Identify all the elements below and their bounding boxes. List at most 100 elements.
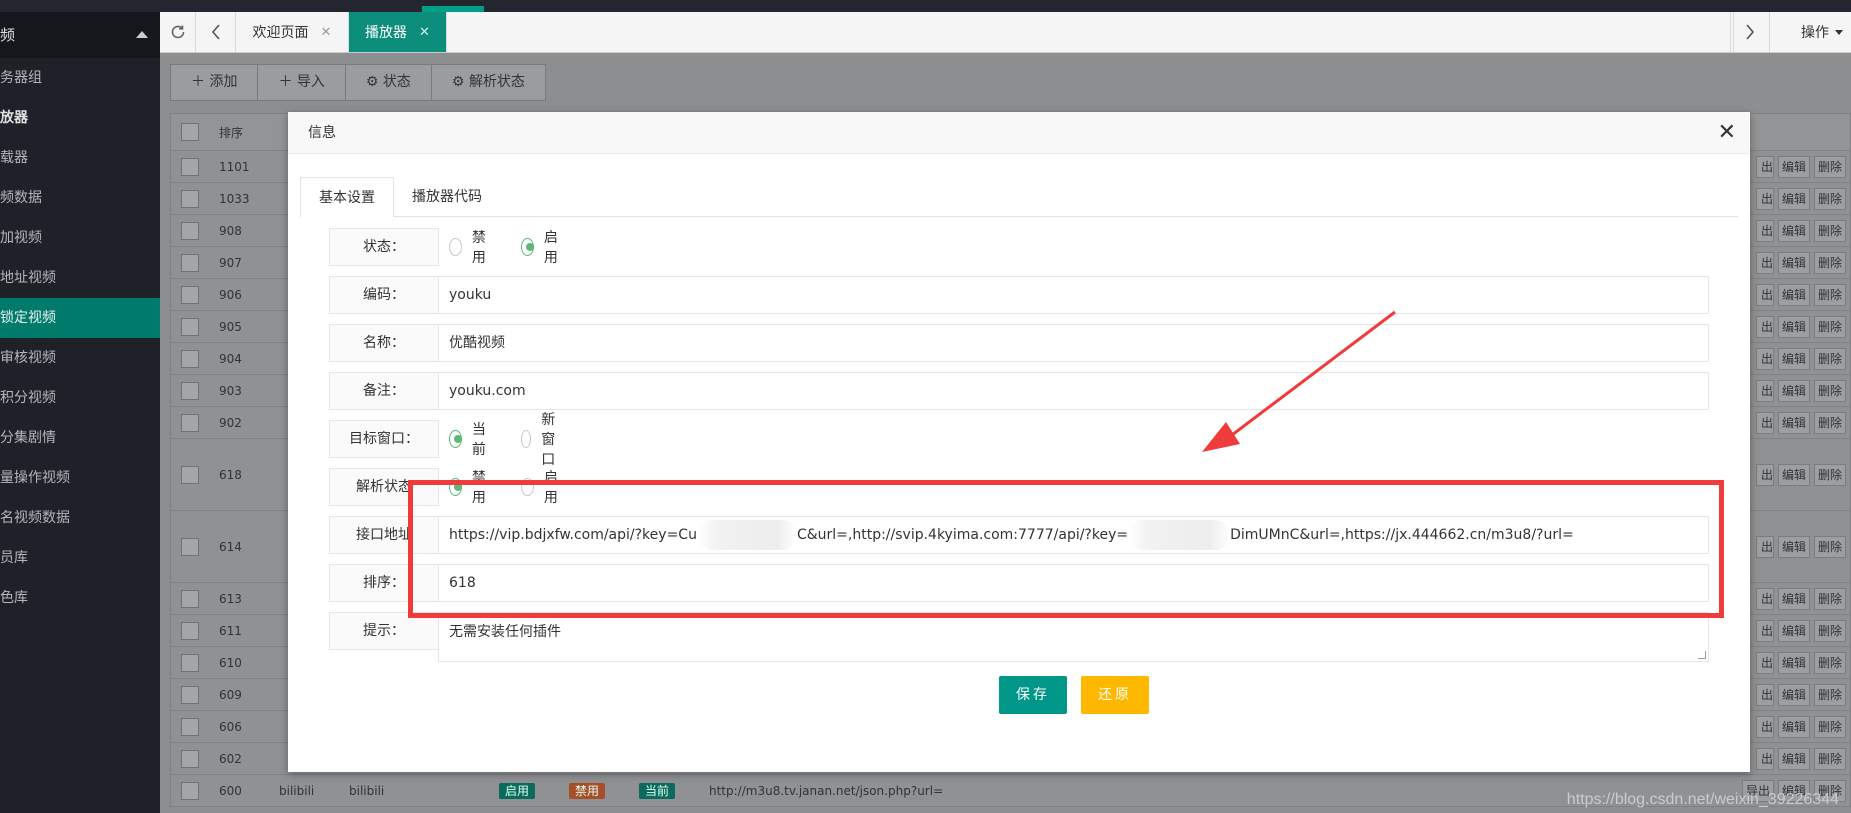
export-button[interactable]: 出 bbox=[1756, 683, 1774, 706]
row-checkbox[interactable] bbox=[181, 465, 199, 484]
edit-button[interactable]: 编辑 bbox=[1778, 155, 1810, 178]
export-button[interactable]: 出 bbox=[1756, 347, 1774, 370]
export-button[interactable]: 出 bbox=[1756, 587, 1774, 610]
sidebar-header[interactable]: 频 bbox=[0, 12, 160, 58]
export-button[interactable]: 出 bbox=[1756, 219, 1774, 242]
export-button[interactable]: 出 bbox=[1756, 411, 1774, 434]
tab-player[interactable]: 播放器 ✕ bbox=[349, 12, 447, 52]
reset-button[interactable]: 还原 bbox=[1081, 676, 1149, 714]
tip-textarea[interactable]: 无需安装任何插件 bbox=[438, 612, 1709, 662]
sidebar-item[interactable]: 务器组 bbox=[0, 58, 160, 98]
edit-button[interactable]: 编辑 bbox=[1778, 651, 1810, 674]
delete-button[interactable]: 删除 bbox=[1814, 315, 1846, 338]
row-checkbox[interactable] bbox=[181, 537, 199, 556]
delete-button[interactable]: 删除 bbox=[1814, 219, 1846, 242]
export-button[interactable]: 出 bbox=[1756, 651, 1774, 674]
export-button[interactable]: 出 bbox=[1756, 251, 1774, 274]
edit-button[interactable]: 编辑 bbox=[1778, 683, 1810, 706]
tab-player-code[interactable]: 播放器代码 bbox=[394, 177, 500, 218]
row-checkbox[interactable] bbox=[181, 653, 199, 672]
delete-button[interactable]: 删除 bbox=[1814, 651, 1846, 674]
status-radio-enable[interactable]: 启用 bbox=[521, 227, 563, 267]
edit-button[interactable]: 编辑 bbox=[1778, 747, 1810, 770]
delete-button[interactable]: 删除 bbox=[1814, 379, 1846, 402]
row-checkbox[interactable] bbox=[181, 221, 199, 240]
export-button[interactable]: 出 bbox=[1756, 379, 1774, 402]
close-icon[interactable]: ✕ bbox=[321, 25, 332, 40]
export-button[interactable]: 出 bbox=[1756, 283, 1774, 306]
sidebar-item[interactable]: 载器 bbox=[0, 138, 160, 178]
code-input[interactable]: youku bbox=[438, 276, 1709, 314]
sidebar-item[interactable]: 分集剧情 bbox=[0, 418, 160, 458]
edit-button[interactable]: 编辑 bbox=[1778, 463, 1810, 486]
delete-button[interactable]: 删除 bbox=[1814, 155, 1846, 178]
operations-menu[interactable]: 操作 bbox=[1733, 12, 1851, 52]
delete-button[interactable]: 删除 bbox=[1814, 535, 1846, 558]
row-checkbox[interactable] bbox=[181, 349, 199, 368]
delete-button[interactable]: 删除 bbox=[1814, 283, 1846, 306]
export-button[interactable]: 出 bbox=[1756, 715, 1774, 738]
sidebar-item[interactable]: 锁定视频 bbox=[0, 298, 160, 338]
export-button[interactable]: 出 bbox=[1756, 155, 1774, 178]
status-button[interactable]: ⚙ 状态 bbox=[346, 65, 432, 100]
delete-button[interactable]: 删除 bbox=[1814, 683, 1846, 706]
edit-button[interactable]: 编辑 bbox=[1778, 535, 1810, 558]
target-radio-current[interactable]: 当前 bbox=[449, 419, 491, 459]
refresh-icon[interactable] bbox=[160, 12, 196, 52]
close-icon[interactable]: ✕ bbox=[419, 25, 430, 40]
export-button[interactable]: 出 bbox=[1756, 187, 1774, 210]
export-button[interactable]: 出 bbox=[1756, 463, 1774, 486]
row-checkbox[interactable] bbox=[181, 589, 199, 608]
edit-button[interactable]: 编辑 bbox=[1778, 587, 1810, 610]
sidebar-item[interactable]: 频数据 bbox=[0, 178, 160, 218]
edit-button[interactable]: 编辑 bbox=[1778, 347, 1810, 370]
row-checkbox[interactable] bbox=[181, 381, 199, 400]
add-button[interactable]: ＋ 添加 bbox=[171, 65, 259, 100]
edit-button[interactable]: 编辑 bbox=[1778, 619, 1810, 642]
row-checkbox[interactable] bbox=[181, 621, 199, 640]
tab-prev-icon[interactable] bbox=[196, 12, 236, 52]
edit-button[interactable]: 编辑 bbox=[1778, 283, 1810, 306]
delete-button[interactable]: 删除 bbox=[1814, 187, 1846, 210]
target-radio-new[interactable]: 新窗口 bbox=[521, 409, 563, 469]
status-radio-disable[interactable]: 禁用 bbox=[449, 227, 491, 267]
export-button[interactable]: 出 bbox=[1756, 619, 1774, 642]
select-all-checkbox[interactable] bbox=[181, 123, 199, 141]
edit-button[interactable]: 编辑 bbox=[1778, 187, 1810, 210]
sidebar-item[interactable]: 审核视频 bbox=[0, 338, 160, 378]
sidebar-item[interactable]: 地址视频 bbox=[0, 258, 160, 298]
save-button[interactable]: 保存 bbox=[999, 676, 1067, 714]
edit-button[interactable]: 编辑 bbox=[1778, 315, 1810, 338]
resize-handle-icon[interactable] bbox=[1698, 651, 1706, 659]
parse-status-button[interactable]: ⚙ 解析状态 bbox=[432, 65, 545, 100]
name-input[interactable]: 优酷视频 bbox=[438, 324, 1709, 362]
row-checkbox[interactable] bbox=[181, 285, 199, 304]
row-checkbox[interactable] bbox=[181, 317, 199, 336]
export-button[interactable]: 出 bbox=[1756, 747, 1774, 770]
delete-button[interactable]: 删除 bbox=[1814, 411, 1846, 434]
sidebar-item[interactable]: 名视频数据 bbox=[0, 498, 160, 538]
tab-basic-settings[interactable]: 基本设置 bbox=[300, 177, 394, 218]
delete-button[interactable]: 删除 bbox=[1814, 347, 1846, 370]
edit-button[interactable]: 编辑 bbox=[1778, 219, 1810, 242]
sidebar-item[interactable]: 放器 bbox=[0, 98, 160, 138]
sidebar-item[interactable]: 加视频 bbox=[0, 218, 160, 258]
edit-button[interactable]: 编辑 bbox=[1778, 715, 1810, 738]
close-icon[interactable]: ✕ bbox=[1718, 112, 1736, 154]
import-button[interactable]: ＋ 导入 bbox=[258, 65, 346, 100]
row-checkbox[interactable] bbox=[181, 781, 199, 800]
edit-button[interactable]: 编辑 bbox=[1778, 379, 1810, 402]
export-button[interactable]: 出 bbox=[1756, 535, 1774, 558]
row-checkbox[interactable] bbox=[181, 749, 199, 768]
remark-input[interactable]: youku.com bbox=[438, 372, 1709, 410]
delete-button[interactable]: 删除 bbox=[1814, 587, 1846, 610]
sidebar-item[interactable]: 积分视频 bbox=[0, 378, 160, 418]
row-checkbox[interactable] bbox=[181, 413, 199, 432]
edit-button[interactable]: 编辑 bbox=[1778, 411, 1810, 434]
sidebar-item[interactable]: 色库 bbox=[0, 578, 160, 618]
row-checkbox[interactable] bbox=[181, 685, 199, 704]
row-checkbox[interactable] bbox=[181, 253, 199, 272]
delete-button[interactable]: 删除 bbox=[1814, 463, 1846, 486]
export-button[interactable]: 出 bbox=[1756, 315, 1774, 338]
row-checkbox[interactable] bbox=[181, 189, 199, 208]
